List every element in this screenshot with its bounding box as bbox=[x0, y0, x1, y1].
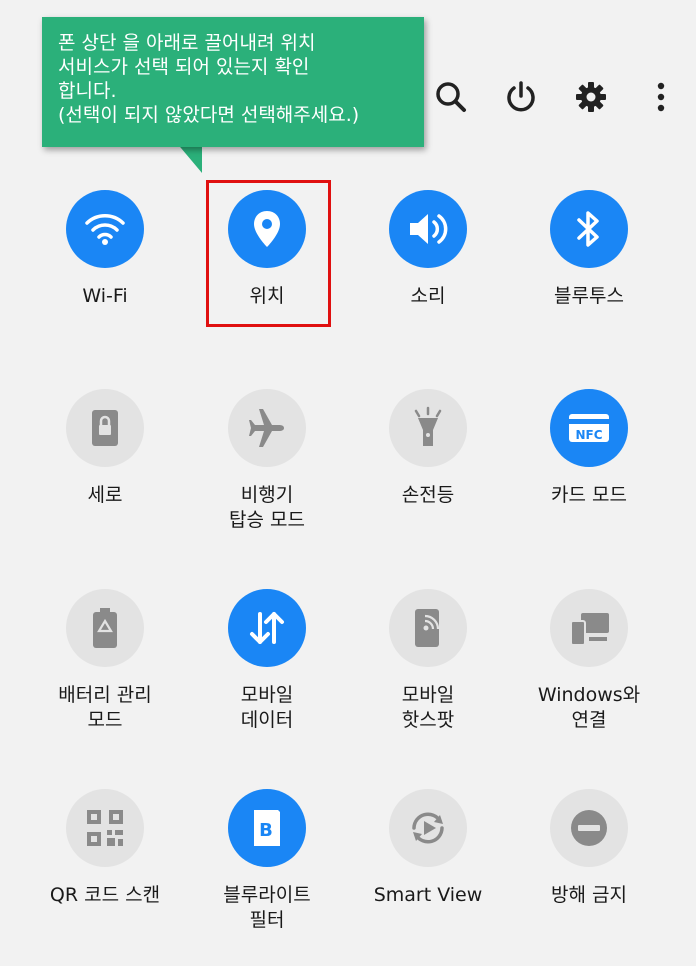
do-not-disturb-icon bbox=[550, 789, 628, 867]
volume-icon bbox=[389, 190, 467, 268]
tile-card-mode[interactable]: NFC 카드 모드 bbox=[508, 389, 670, 569]
tile-blue-light-filter[interactable]: B 블루라이트 필터 bbox=[186, 789, 348, 966]
nfc-icon: NFC bbox=[550, 389, 628, 467]
tile-label: 배터리 관리 모드 bbox=[58, 684, 152, 731]
tile-flashlight[interactable]: 손전등 bbox=[347, 389, 509, 569]
instruction-callout: 폰 상단 을 아래로 끌어내려 위치 서비스가 선택 되어 있는지 확인 합니다… bbox=[42, 17, 424, 147]
tile-label: Wi-Fi bbox=[82, 285, 128, 307]
battery-recycle-icon bbox=[66, 589, 144, 667]
callout-line: 합니다. bbox=[58, 80, 117, 102]
tile-label: 모바일 핫스팟 bbox=[401, 684, 455, 731]
tile-label: 모바일 데이터 bbox=[240, 684, 294, 731]
smart-view-icon bbox=[389, 789, 467, 867]
tile-mobile-hotspot[interactable]: 모바일 핫스팟 bbox=[347, 589, 509, 769]
tile-label: 소리 bbox=[410, 285, 446, 307]
nfc-icon-text: NFC bbox=[575, 428, 602, 442]
callout-line: 폰 상단 을 아래로 끌어내려 위치 bbox=[58, 32, 316, 54]
tile-label: QR 코드 스캔 bbox=[49, 884, 161, 906]
flashlight-icon bbox=[389, 389, 467, 467]
gear-icon[interactable] bbox=[556, 74, 626, 120]
more-vertical-icon[interactable] bbox=[626, 74, 696, 120]
bluetooth-icon bbox=[550, 190, 628, 268]
tile-do-not-disturb[interactable]: 방해 금지 bbox=[508, 789, 670, 966]
link-to-windows-icon bbox=[550, 589, 628, 667]
qr-code-icon bbox=[66, 789, 144, 867]
search-icon[interactable] bbox=[416, 74, 486, 120]
tile-portrait[interactable]: 세로 bbox=[24, 389, 186, 569]
tile-label: 방해 금지 bbox=[551, 884, 627, 906]
hotspot-icon bbox=[389, 589, 467, 667]
blue-light-filter-icon: B bbox=[228, 789, 306, 867]
blue-light-icon-text: B bbox=[259, 820, 273, 841]
tile-label: 비행기 탑승 모드 bbox=[229, 484, 305, 531]
tile-mobile-data[interactable]: 모바일 데이터 bbox=[186, 589, 348, 769]
tile-label: 블루투스 bbox=[554, 285, 624, 307]
airplane-icon bbox=[228, 389, 306, 467]
mobile-data-icon bbox=[228, 589, 306, 667]
tile-label: 블루라이트 필터 bbox=[223, 884, 311, 931]
tile-label: Smart View bbox=[373, 884, 483, 906]
rotation-lock-icon bbox=[66, 389, 144, 467]
tile-link-to-windows[interactable]: Windows와 연결 bbox=[508, 589, 670, 769]
tile-bluetooth[interactable]: 블루투스 bbox=[508, 190, 670, 370]
tile-airplane-mode[interactable]: 비행기 탑승 모드 bbox=[186, 389, 348, 569]
tile-label: 손전등 bbox=[401, 484, 455, 506]
tile-qr-scan[interactable]: QR 코드 스캔 bbox=[24, 789, 186, 966]
tile-label: Windows와 연결 bbox=[537, 684, 641, 731]
wifi-icon bbox=[66, 190, 144, 268]
power-icon[interactable] bbox=[486, 74, 556, 120]
tile-smart-view[interactable]: Smart View bbox=[347, 789, 509, 966]
callout-line: (선택이 되지 않았다면 선택해주세요.) bbox=[58, 104, 360, 126]
location-highlight-frame bbox=[206, 180, 331, 327]
callout-line: 서비스가 선택 되어 있는지 확인 bbox=[58, 56, 310, 78]
tile-label: 카드 모드 bbox=[551, 484, 627, 506]
tile-wifi[interactable]: Wi-Fi bbox=[24, 190, 186, 370]
tile-label: 세로 bbox=[87, 484, 123, 506]
tile-battery-saver[interactable]: 배터리 관리 모드 bbox=[24, 589, 186, 769]
tile-sound[interactable]: 소리 bbox=[347, 190, 509, 370]
top-toolbar bbox=[416, 74, 696, 120]
